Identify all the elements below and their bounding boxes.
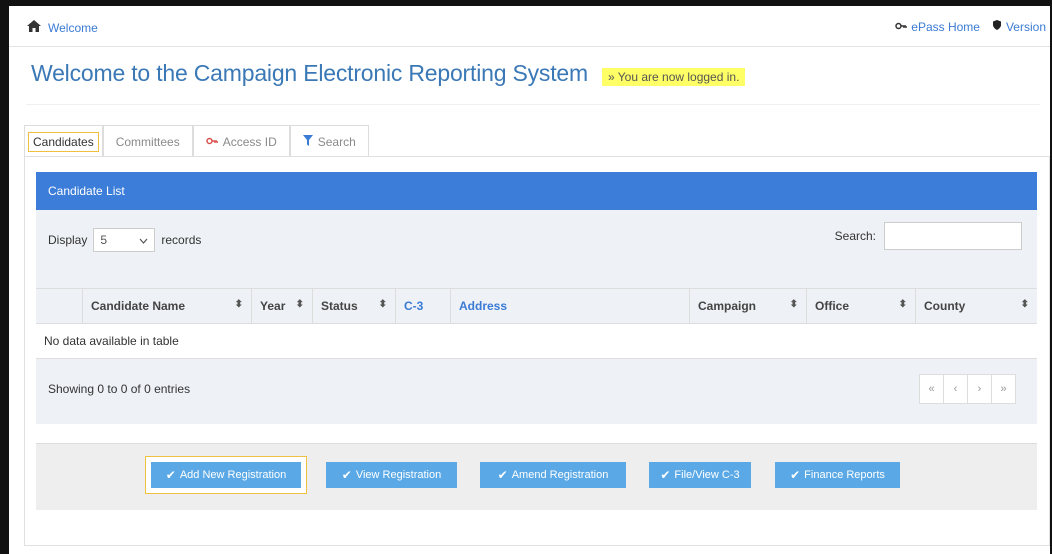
search-label: Search:	[834, 229, 876, 243]
tab-access-id-label: Access ID	[222, 135, 277, 149]
previous-page-button[interactable]: ‹	[943, 375, 967, 403]
tab-bar: Candidates Committees Access ID Search	[24, 125, 369, 158]
tab-access-id[interactable]: Access ID	[192, 125, 290, 158]
column-header-year[interactable]: Year ⬍	[251, 288, 313, 324]
check-icon: ✔	[165, 468, 176, 482]
column-label: Year	[260, 299, 286, 313]
check-icon: ✔	[790, 468, 801, 482]
key-icon	[205, 135, 218, 149]
last-page-button[interactable]: »	[991, 375, 1015, 403]
check-icon: ✔	[660, 468, 671, 482]
epass-home-link[interactable]: ePass Home	[895, 19, 980, 34]
table-header-row: Candidate Name ⬍ Year ⬍ Status ⬍ C-3 Addres…	[36, 288, 1037, 324]
window-frame-left	[0, 0, 9, 554]
finance-reports-label: Finance Reports	[804, 469, 885, 481]
version-label: Version	[1005, 19, 1046, 34]
candidate-list-heading: Candidate List	[36, 172, 1037, 210]
column-label: Candidate Name	[91, 299, 186, 313]
add-new-registration-label: Add New Registration	[179, 469, 287, 481]
add-new-registration-button[interactable]: ✔ Add New Registration	[151, 462, 301, 488]
column-header-candidate-name[interactable]: Candidate Name ⬍	[82, 288, 252, 324]
column-header-c3[interactable]: C-3	[395, 288, 451, 324]
check-icon: ✔	[341, 468, 352, 482]
column-header-status[interactable]: Status ⬍	[312, 288, 396, 324]
home-icon	[26, 19, 42, 36]
welcome-label: Welcome	[48, 20, 98, 35]
column-label: Address	[459, 299, 508, 313]
file-view-c3-button[interactable]: ✔ File/View C-3	[649, 462, 751, 488]
column-header-campaign[interactable]: Campaign ⬍	[689, 288, 807, 324]
entries-summary: Showing 0 to 0 of 0 entries	[48, 382, 191, 396]
tab-candidates-label: Candidates	[28, 132, 99, 152]
logged-in-message: » You are now logged in.	[601, 68, 746, 86]
search-input[interactable]	[884, 222, 1022, 250]
title-divider	[26, 104, 1040, 105]
candidates-panel: Candidate List Display 5 records Search:…	[24, 156, 1050, 546]
top-nav-bar: Welcome ePass Home Version	[9, 6, 1050, 47]
filter-icon	[302, 135, 313, 149]
sort-icon: ⬍	[789, 299, 798, 310]
column-header-address[interactable]: Address	[450, 288, 690, 324]
candidate-list-body: Display 5 records Search: Candidate Name…	[36, 210, 1037, 424]
tab-search-label: Search	[317, 135, 356, 149]
column-header-office[interactable]: Office ⬍	[806, 288, 916, 324]
sort-icon: ⬍	[295, 299, 304, 310]
column-header-blank	[36, 288, 83, 324]
column-header-county[interactable]: County ⬍	[915, 288, 1037, 324]
sort-icon: ⬍	[378, 299, 387, 310]
page-size-value: 5	[100, 233, 108, 247]
column-label: C-3	[404, 299, 424, 313]
next-page-button[interactable]: ›	[967, 375, 991, 403]
sort-icon: ⬍	[234, 299, 243, 310]
version-link[interactable]: Version	[992, 19, 1046, 34]
amend-registration-label: Amend Registration	[511, 469, 609, 481]
records-label: records	[161, 233, 202, 247]
view-registration-button[interactable]: ✔ View Registration	[326, 462, 457, 488]
table-search: Search:	[835, 222, 1022, 250]
tab-search[interactable]: Search	[289, 125, 369, 158]
check-icon: ✔	[497, 468, 508, 482]
page-title: Welcome to the Campaign Electronic Repor…	[31, 60, 588, 86]
tab-candidates[interactable]: Candidates	[24, 125, 103, 158]
tab-committees[interactable]: Committees	[102, 125, 193, 158]
finance-reports-button[interactable]: ✔ Finance Reports	[775, 462, 900, 488]
chevron-down-icon	[139, 233, 148, 247]
candidate-table: Candidate Name ⬍ Year ⬍ Status ⬍ C-3 Addres…	[36, 288, 1037, 359]
table-row: No data available in table	[36, 323, 1037, 359]
sort-icon: ⬍	[898, 299, 907, 310]
key-icon	[895, 20, 908, 34]
welcome-link[interactable]: Welcome	[26, 19, 98, 36]
empty-table-message: No data available in table	[36, 323, 1037, 359]
view-registration-label: View Registration	[355, 469, 442, 481]
file-view-c3-label: File/View C-3	[674, 469, 740, 481]
page-size-select[interactable]: 5	[93, 228, 156, 252]
sort-icon: ⬍	[1020, 299, 1029, 310]
amend-registration-button[interactable]: ✔ Amend Registration	[480, 462, 626, 488]
epass-home-label: ePass Home	[911, 19, 980, 34]
first-page-button[interactable]: «	[920, 375, 943, 403]
column-label: County	[924, 299, 966, 313]
action-bar: ✔ Add New Registration ✔ View Registrati…	[36, 443, 1037, 510]
display-records-control: Display 5 records	[48, 228, 201, 252]
tab-committees-label: Committees	[115, 135, 180, 149]
column-label: Office	[815, 299, 850, 313]
shield-icon	[992, 19, 1002, 34]
pagination: « ‹ › »	[919, 374, 1016, 404]
column-label: Status	[321, 299, 358, 313]
display-label: Display	[48, 233, 88, 247]
column-label: Campaign	[698, 299, 757, 313]
